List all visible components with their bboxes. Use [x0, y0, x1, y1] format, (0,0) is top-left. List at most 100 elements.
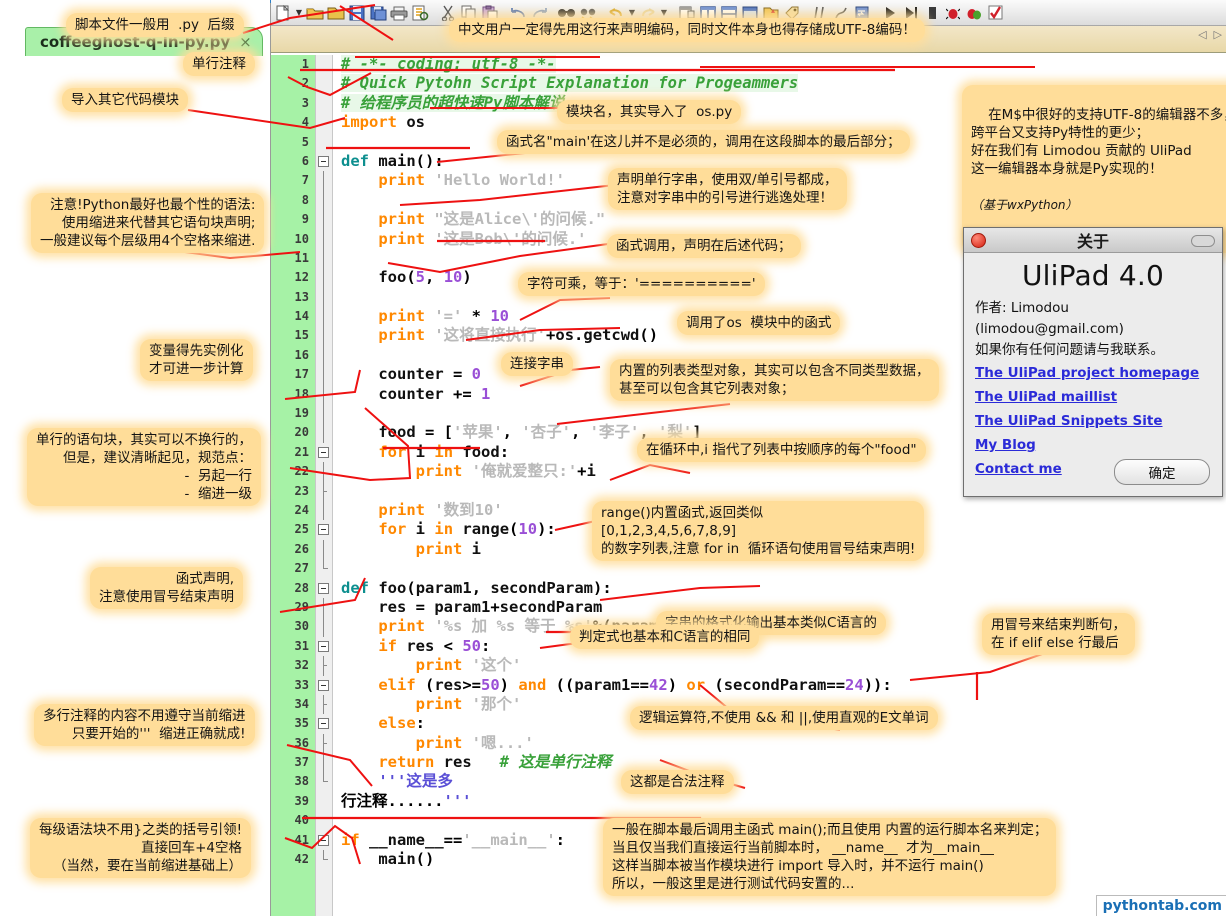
- callout-os-call: 调用了os 模块中的函式: [677, 311, 840, 335]
- about-link-blog[interactable]: My Blog: [975, 433, 1211, 457]
- code-text: def main():: [341, 152, 444, 171]
- code-line[interactable]: 38 '''这是多: [271, 772, 1226, 791]
- tab-next-icon[interactable]: ▷: [1214, 28, 1222, 41]
- fold-guide: [323, 249, 324, 268]
- code-text: def foo(param1, secondParam):: [341, 579, 612, 598]
- line-number: 25: [271, 520, 309, 539]
- callout-func-call: 函式调用，声明在后述代码；: [607, 234, 801, 258]
- bug-icon[interactable]: [943, 3, 963, 23]
- line-number: 8: [271, 191, 309, 210]
- fold-toggle-icon[interactable]: [318, 583, 329, 594]
- callout-indent-note: 注意!Python最好也最个性的语法: 使用缩进来代替其它语句块声明; 一般建议…: [31, 193, 264, 253]
- minimize-icon[interactable]: [1191, 235, 1215, 247]
- about-link-snippets[interactable]: The UliPad Snippets Site: [975, 409, 1211, 433]
- fold-guide: [323, 462, 324, 481]
- line-number: 38: [271, 772, 309, 791]
- code-text: print '俺就爱整只:'+i: [341, 462, 596, 481]
- fold-toggle-icon[interactable]: [318, 835, 329, 846]
- line-number: 24: [271, 501, 309, 520]
- fold-toggle-icon[interactable]: [318, 524, 329, 535]
- fold-guide-tick: [323, 734, 324, 753]
- fold-guide: [323, 423, 324, 442]
- close-icon[interactable]: ×: [239, 33, 252, 51]
- about-ok-button[interactable]: 确定: [1114, 459, 1210, 485]
- fold-guide-tick: [323, 695, 324, 714]
- code-text: main(): [341, 850, 434, 869]
- tab-prev-icon[interactable]: ◁: [1198, 28, 1206, 41]
- fold-guide: [323, 385, 324, 404]
- code-text: res = param1+secondParam: [341, 598, 602, 617]
- code-line[interactable]: 28def foo(param1, secondParam):: [271, 579, 1226, 598]
- line-number: 40: [271, 811, 309, 830]
- line-number: 33: [271, 676, 309, 695]
- callout-utf8-decl: 中文用户一定得先用这行来声明编码，同时文件本身也得存储成UTF-8编码！: [449, 18, 925, 42]
- line-number: 2: [271, 74, 309, 93]
- line-number: 11: [271, 249, 309, 268]
- line-number: 14: [271, 307, 309, 326]
- stop-icon[interactable]: [922, 3, 942, 23]
- site-watermark: pythontab.com: [1096, 895, 1226, 916]
- callout-no-braces: 每级语法块不用}之类的括号引领! 直接回车+4空格 （当然，要在当前缩进基础上）: [30, 818, 251, 878]
- fold-toggle-icon[interactable]: [318, 156, 329, 167]
- fold-guide: [323, 191, 324, 210]
- tab-nav[interactable]: ◁ ▷: [1198, 28, 1222, 41]
- fold-guide: [323, 230, 324, 249]
- line-number: 13: [271, 288, 309, 307]
- line-number: 16: [271, 346, 309, 365]
- line-number: 9: [271, 210, 309, 229]
- callout-list-type: 内置的列表类型对象，其实可以包含不同类型数据， 甚至可以包含其它列表对象；: [610, 359, 939, 401]
- code-text: foo(5, 10): [341, 268, 472, 287]
- save-all-icon[interactable]: [368, 3, 388, 23]
- save-icon[interactable]: [347, 3, 367, 23]
- callout-var-init: 变量得先实例化 才可进一步计算: [140, 339, 253, 381]
- code-text: # -*- coding: utf-8 -*-: [341, 55, 556, 74]
- line-number: 7: [271, 171, 309, 190]
- code-line[interactable]: 36 print '嗯...': [271, 734, 1226, 753]
- close-icon[interactable]: [971, 233, 986, 248]
- open-recent-icon[interactable]: [326, 3, 346, 23]
- line-number: 18: [271, 385, 309, 404]
- code-line[interactable]: 27: [271, 559, 1226, 578]
- fold-guide: [323, 540, 324, 559]
- callout-func-decl: 函式声明, 注意使用冒号结束声明: [90, 567, 243, 609]
- check-icon[interactable]: [985, 3, 1005, 23]
- code-text: # 给程序员的超快速Py脚本解说: [341, 94, 564, 113]
- fold-toggle-icon[interactable]: [318, 680, 329, 691]
- callout-editor-note-italic: （基于wxPython）: [971, 196, 1226, 214]
- callout-multiline-comment: 多行注释的内容不用遵守当前缩进 只要开始的''' 缩进正确就成!: [34, 704, 255, 746]
- line-number: 21: [271, 443, 309, 462]
- line-number: 1: [271, 55, 309, 74]
- fold-guide-end: [323, 772, 324, 782]
- line-number: 27: [271, 559, 309, 578]
- callout-main-guard: 一般在脚本最后调用主函式 main();而且使用 内置的运行脚本名来判定； 当且…: [603, 818, 1056, 896]
- line-number: 22: [271, 462, 309, 481]
- print-icon[interactable]: [389, 3, 409, 23]
- fold-guide: [323, 307, 324, 326]
- fold-toggle-icon[interactable]: [318, 641, 329, 652]
- about-link-homepage[interactable]: The UliPad project homepage: [975, 361, 1211, 385]
- print-preview-icon[interactable]: [410, 3, 430, 23]
- fold-guide: [323, 753, 324, 772]
- about-dialog[interactable]: 关于 UliPad 4.0 作者: Limodou (limodou@gmail…: [963, 227, 1223, 497]
- open-folder-icon[interactable]: [305, 3, 325, 23]
- callout-logic-ops: 逻辑运算符,不使用 && 和 ||,使用直观的E文单词: [630, 706, 938, 730]
- code-text: print "这是Alice\'的问候.": [341, 210, 605, 229]
- line-number: 12: [271, 268, 309, 287]
- code-text: print '这是Bob\'的问候.': [341, 230, 587, 249]
- code-text: print '那个': [341, 695, 521, 714]
- about-contact-note: 如果你有任何问题请与我联系。: [975, 340, 1211, 361]
- new-file-icon[interactable]: [273, 3, 293, 23]
- debug-icon[interactable]: [964, 3, 984, 23]
- code-line[interactable]: 37 return res # 这是单行注释: [271, 753, 1226, 772]
- line-number: 32: [271, 656, 309, 675]
- dropdown-caret-icon[interactable]: ▼: [294, 3, 304, 23]
- fold-toggle-icon[interactable]: [318, 718, 329, 729]
- code-line[interactable]: 1 # -*- coding: utf-8 -*-: [271, 55, 1226, 74]
- code-line[interactable]: 32 print '这个': [271, 656, 1226, 675]
- code-line[interactable]: 39行注释......''': [271, 792, 1226, 811]
- code-line[interactable]: 33 elif (res>=50) and ((param1==42) or (…: [271, 676, 1226, 695]
- callout-main-optional: 函式名"main'在这儿并不是必须的，调用在这段脚本的最后部分；: [497, 130, 910, 154]
- fold-toggle-icon[interactable]: [318, 447, 329, 458]
- about-link-maillist[interactable]: The UliPad maillist: [975, 385, 1211, 409]
- callout-concat: 连接字串: [501, 352, 573, 376]
